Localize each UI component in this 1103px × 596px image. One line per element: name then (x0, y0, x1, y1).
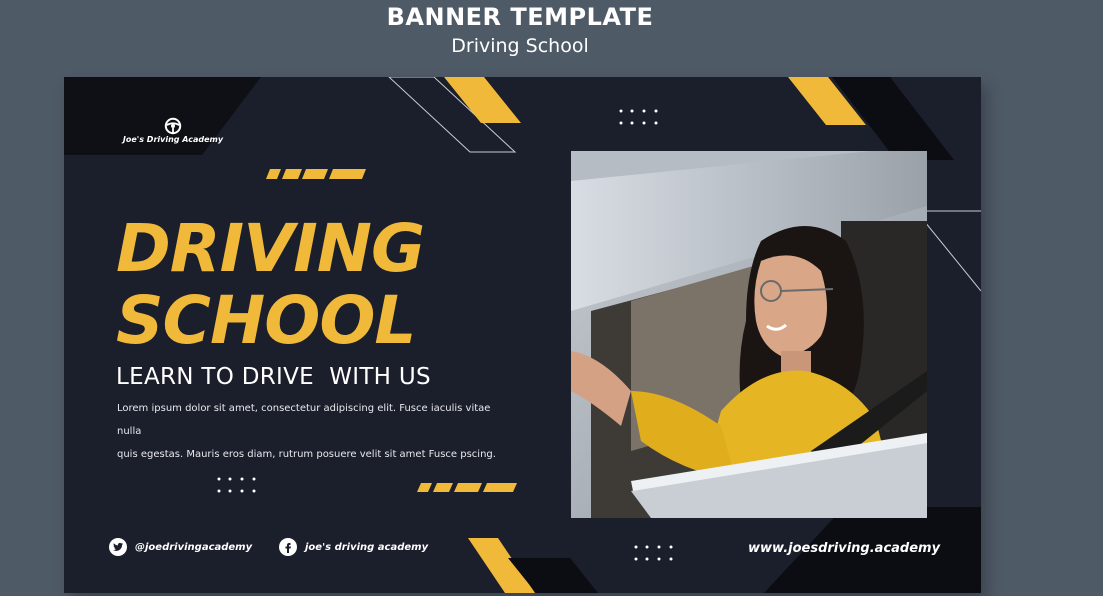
dot-grid-top (619, 109, 658, 125)
twitter-handle: @joedrivingacademy (135, 541, 253, 553)
dot-grid-bottom (634, 545, 673, 561)
facebook-link[interactable]: joe's driving academy (279, 538, 428, 556)
twitter-icon (109, 538, 127, 556)
page-title: BANNER TEMPLATE (386, 3, 654, 31)
body-line-2: quis egestas. Mauris eros diam, rutrum p… (117, 449, 496, 460)
steering-wheel-icon (164, 117, 182, 135)
academy-logo: Joe's Driving Academy (118, 117, 228, 144)
headline-line-1: DRIVING (116, 210, 425, 287)
yellow-stripe-top (444, 77, 521, 123)
website-link[interactable]: www.joesdriving.academy (748, 541, 940, 556)
facebook-handle: joe's driving academy (305, 541, 429, 553)
body-text: Lorem ipsum dolor sit amet, consectetur … (117, 397, 517, 466)
body-line-1: Lorem ipsum dolor sit amet, consectetur … (117, 403, 491, 437)
page-subtitle: Driving School (451, 35, 589, 57)
logo-text: Joe's Driving Academy (122, 135, 224, 144)
headline: DRIVING SCHOOL (116, 210, 425, 359)
headline-line-2: SCHOOL (116, 282, 416, 359)
driver-photo (571, 151, 927, 518)
road-dashes-top (266, 169, 366, 179)
dot-grid-left (217, 477, 256, 493)
tagline: LEARN TO DRIVE WITH US (116, 364, 431, 390)
facebook-icon (279, 538, 297, 556)
banner: Joe's Driving Academy DRIVING SCHOOL LEA… (64, 77, 981, 593)
driver-photo-illustration (571, 151, 927, 518)
road-dashes-bottom (417, 483, 517, 492)
twitter-link[interactable]: @joedrivingacademy (109, 538, 252, 556)
